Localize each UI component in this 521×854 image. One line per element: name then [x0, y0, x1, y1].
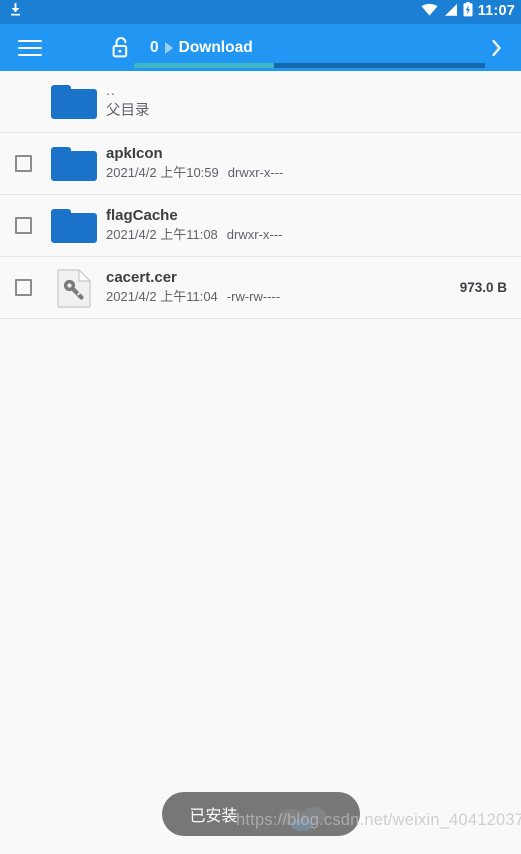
folder-icon — [46, 82, 102, 122]
breadcrumb-item-root[interactable]: 0 — [150, 40, 159, 56]
file-meta: 2021/4/2 上午10:59 drwxr-x--- — [106, 165, 499, 181]
file-meta: 父目录 — [106, 102, 150, 119]
file-permissions: -rw-rw---- — [226, 289, 281, 305]
download-icon — [8, 2, 23, 23]
row-checkbox-cell[interactable] — [0, 155, 46, 172]
file-name: .. — [106, 83, 116, 99]
list-item-parent-directory[interactable]: .. 父目录 — [0, 71, 521, 133]
file-meta: 2021/4/2 上午11:08 drwxr-x--- — [106, 227, 499, 243]
toast-notification: 已安装 — [161, 792, 360, 836]
hamburger-menu-icon[interactable] — [18, 34, 46, 62]
row-checkbox[interactable] — [14, 217, 32, 234]
row-checkbox[interactable] — [14, 155, 32, 172]
status-bar-left — [8, 2, 23, 23]
toast-message: 已安装 — [189, 808, 238, 825]
row-checkbox-cell[interactable] — [0, 217, 46, 234]
breadcrumb-scrollbar-thumb[interactable] — [134, 63, 275, 68]
unlock-icon[interactable] — [108, 34, 134, 62]
file-date: 2021/4/2 上午11:08 — [106, 227, 218, 243]
list-item-text: .. 父目录 — [102, 83, 499, 119]
file-list[interactable]: .. 父目录 apkIcon 2021/4/2 上午10:59 drwxr-x--… — [0, 71, 521, 854]
toolbar: 0 Download — [0, 24, 521, 71]
list-item-file-cacert[interactable]: cacert.cer 2021/4/2 上午11:04 -rw-rw---- 97… — [0, 257, 521, 319]
signal-icon — [443, 3, 458, 22]
chevron-right-icon[interactable] — [483, 33, 509, 63]
hamburger-line — [18, 46, 42, 49]
battery-charging-icon — [463, 2, 473, 22]
hamburger-line — [18, 39, 42, 42]
list-item-text: flagCache 2021/4/2 上午11:08 drwxr-x--- — [102, 208, 499, 243]
file-meta: 2021/4/2 上午11:04 -rw-rw---- — [106, 289, 452, 305]
file-name: apkIcon — [106, 145, 163, 162]
file-name: cacert.cer — [106, 269, 177, 286]
folder-icon — [46, 144, 102, 184]
status-bar: 11:07 — [0, 0, 521, 24]
breadcrumb-separator-icon — [159, 41, 179, 54]
list-item-folder-flagcache[interactable]: flagCache 2021/4/2 上午11:08 drwxr-x--- — [0, 195, 521, 257]
folder-icon — [46, 206, 102, 246]
file-permissions: drwxr-x--- — [227, 165, 284, 181]
breadcrumb-scrollbar[interactable] — [134, 63, 485, 68]
list-item-folder-apkicon[interactable]: apkIcon 2021/4/2 上午10:59 drwxr-x--- — [0, 133, 521, 195]
list-item-text: apkIcon 2021/4/2 上午10:59 drwxr-x--- — [102, 146, 499, 181]
row-checkbox[interactable] — [14, 279, 32, 296]
list-item-text: cacert.cer 2021/4/2 上午11:04 -rw-rw---- — [102, 270, 452, 305]
certificate-key-file-icon — [46, 266, 102, 310]
file-date: 2021/4/2 上午10:59 — [106, 165, 219, 181]
file-name: flagCache — [106, 207, 178, 224]
file-date: 2021/4/2 上午11:04 — [106, 289, 218, 305]
breadcrumb-item-download[interactable]: Download — [179, 40, 253, 56]
row-checkbox-cell[interactable] — [0, 279, 46, 296]
status-bar-clock: 11:07 — [477, 3, 515, 20]
status-bar-right: 11:07 — [421, 2, 515, 22]
hamburger-line — [18, 53, 42, 56]
file-permissions: drwxr-x--- — [226, 227, 283, 243]
wifi-icon — [421, 3, 438, 22]
file-size: 973.0 B — [459, 280, 507, 295]
